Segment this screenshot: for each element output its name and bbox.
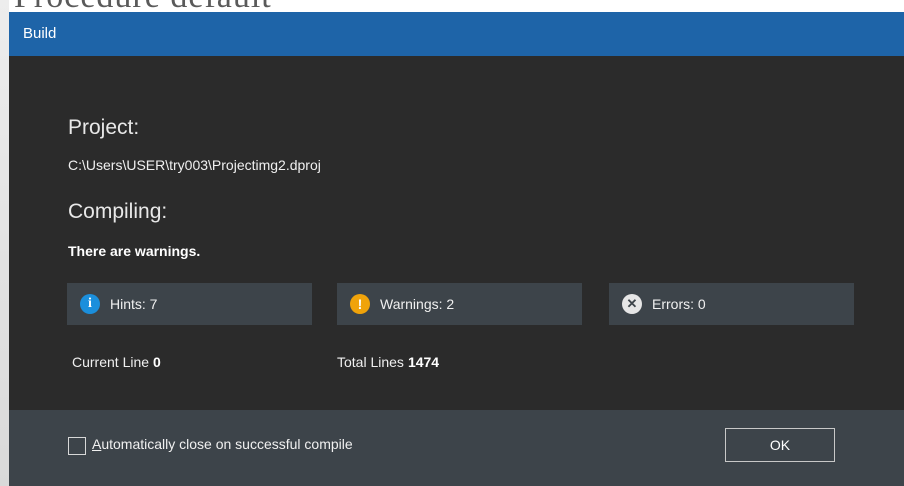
ok-button[interactable]: OK (725, 428, 835, 462)
title-bar[interactable]: Build (9, 12, 904, 56)
auto-close-checkbox[interactable] (68, 437, 86, 455)
auto-close-label[interactable]: Automatically close on successful compil… (92, 436, 353, 452)
current-line: Current Line 0 (72, 354, 161, 370)
hints-label: Hints: 7 (110, 296, 158, 312)
errors-label: Errors: 0 (652, 296, 706, 312)
total-lines-value: 1474 (407, 354, 440, 370)
total-lines: Total Lines 1474 (337, 354, 439, 370)
compile-status: There are warnings. (68, 243, 201, 259)
project-path: C:\Users\USER\try003\Projectimg2.dproj (68, 157, 321, 173)
hints-panel: i Hints: 7 (67, 283, 312, 325)
errors-panel: ✕ Errors: 0 (609, 283, 854, 325)
window-title: Build (23, 25, 57, 42)
current-line-value: 0 (153, 354, 161, 370)
build-dialog: Build Project: C:\Users\USER\try003\Proj… (9, 12, 904, 486)
warnings-label: Warnings: 2 (380, 296, 455, 312)
project-heading: Project: (68, 116, 140, 139)
error-icon: ✕ (622, 294, 642, 314)
warnings-panel: ! Warnings: 2 (337, 283, 582, 325)
total-lines-label: Total Lines (337, 354, 404, 370)
background-editor-margin (0, 0, 9, 486)
info-icon: i (80, 294, 100, 314)
dialog-footer: Automatically close on successful compil… (9, 410, 904, 486)
warning-icon: ! (350, 294, 370, 314)
current-line-label: Current Line (72, 354, 150, 370)
compiling-heading: Compiling: (68, 200, 168, 223)
